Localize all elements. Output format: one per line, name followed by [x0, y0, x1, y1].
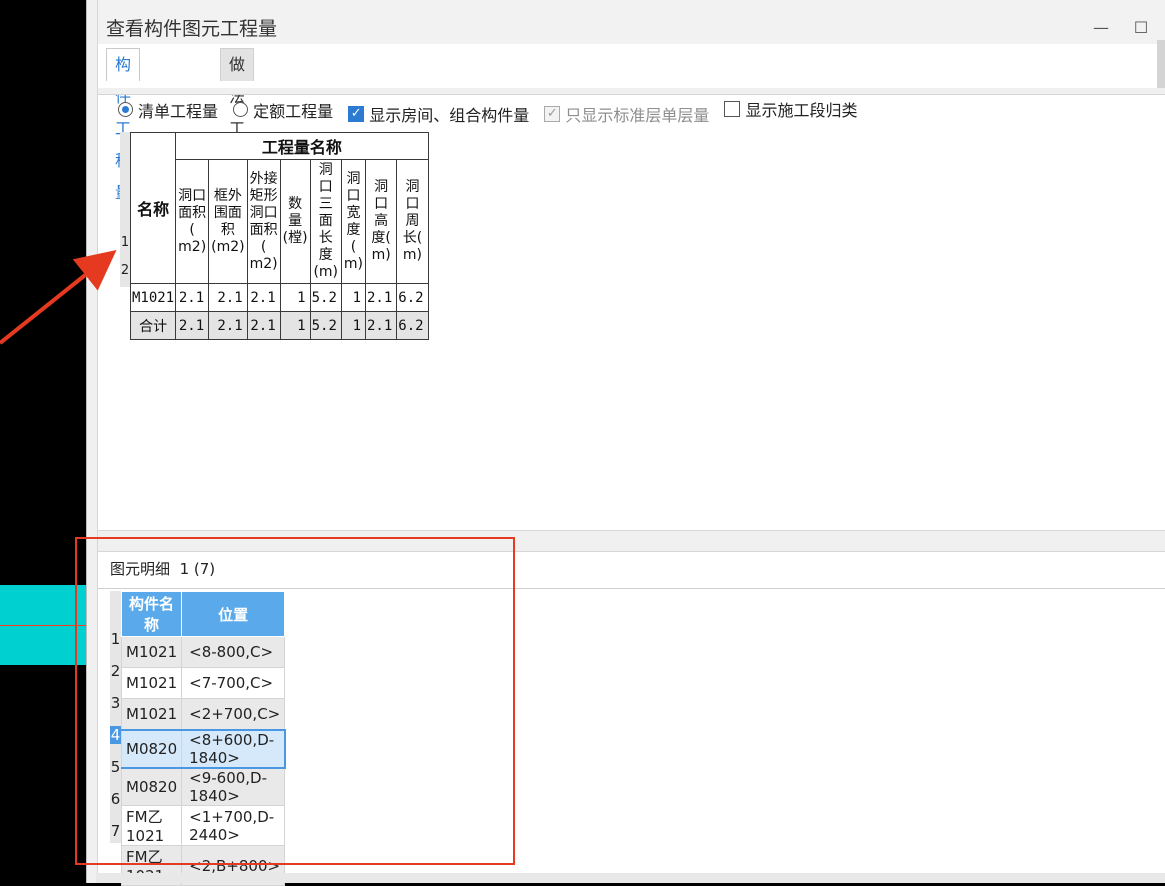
- header-col-line: 长度(m): [313, 230, 339, 280]
- cell-value[interactable]: 2.1: [246, 311, 281, 340]
- header-col-line: 洞口三面: [318, 162, 333, 229]
- radio-quota-quantity[interactable]: 定额工程量: [233, 98, 333, 122]
- row-number: 2: [120, 263, 130, 278]
- cell-value[interactable]: 6.2: [396, 311, 429, 340]
- cell-value[interactable]: 2.1: [175, 311, 210, 340]
- table-row[interactable]: M1021 2.1 2.1 2.1 1 5.2 1 2.1 6.2: [129, 283, 429, 312]
- title-bar[interactable]: 查看构件图元工程量 — ☐: [98, 0, 1165, 44]
- annotation-highlight-box: [75, 537, 515, 865]
- header-col[interactable]: 框外围面 积(m2): [208, 159, 248, 284]
- header-col-line: 框外围面: [213, 187, 242, 221]
- header-col-line: 数量(樘): [282, 196, 308, 246]
- header-col-line: m2): [178, 238, 207, 255]
- scrollbar-bottom[interactable]: [96, 873, 1165, 883]
- options-bar: 清单工程量 定额工程量 ✓ 显示房间、组合构件量 ✓ 只显示标准层单层量 显示施工段…: [118, 97, 867, 126]
- tab-method-quantity[interactable]: 做法工程量: [220, 48, 255, 202]
- header-col[interactable]: 洞口三面 长度(m): [309, 159, 342, 284]
- cell-value[interactable]: 1: [279, 311, 311, 340]
- cell-value[interactable]: 2.1: [364, 283, 398, 312]
- header-col-line: 洞口高度(: [371, 179, 391, 246]
- subheader-row: 洞口面积(m2) 框外围面 积(m2) 外接矩形 洞口面积(m2) 数量(樘) 洞口三面 长度…: [131, 159, 429, 284]
- cell-value[interactable]: 5.2: [309, 311, 342, 340]
- checkbox-empty-icon: [724, 101, 741, 117]
- checkmark-disabled-icon: ✓: [544, 105, 561, 122]
- annotation-arrow-icon: [0, 250, 117, 345]
- header-col-line: 外接矩形: [249, 170, 278, 204]
- scrollbar-right[interactable]: [1157, 40, 1165, 88]
- cell-value[interactable]: 2.1: [175, 283, 210, 312]
- header-col-line: m2): [249, 255, 278, 272]
- header-col-line: 洞口面积(: [178, 187, 207, 238]
- cell-value[interactable]: 1: [340, 283, 367, 312]
- header-name: 名称: [129, 132, 177, 284]
- header-col[interactable]: 洞口周长(m): [396, 159, 429, 284]
- header-col[interactable]: 洞口宽度(m): [340, 159, 367, 284]
- maximize-icon[interactable]: ☐: [1131, 18, 1151, 37]
- check-standard-layer[interactable]: ✓ 只显示标准层单层量: [544, 102, 709, 126]
- radio-empty-icon: [233, 102, 249, 117]
- cell-value[interactable]: 2.1: [364, 311, 398, 340]
- radio-selected-icon: [118, 102, 133, 117]
- header-col[interactable]: 洞口面积(m2): [175, 159, 210, 284]
- header-col[interactable]: 数量(樘): [279, 159, 311, 284]
- tab-component-quantity[interactable]: 构件工程量: [106, 48, 141, 202]
- minimize-icon[interactable]: —: [1091, 18, 1111, 37]
- table-row-total[interactable]: 合计 2.1 2.1 2.1 1 5.2 1 2.1 6.2: [129, 311, 429, 340]
- header-col[interactable]: 外接矩形 洞口面积(m2): [246, 159, 281, 284]
- cell-value[interactable]: 2.1: [246, 283, 281, 312]
- quantity-table: 名称 工程量名称 洞口面积(m2) 框外围面 积(m2) 外接矩形 洞口面积(m2) 数量…: [129, 132, 429, 340]
- header-col-line: 洞口面积(: [249, 204, 278, 255]
- tab-divider: [98, 88, 1165, 95]
- header-col-line: m): [371, 247, 391, 263]
- window-title: 查看构件图元工程量: [106, 18, 278, 40]
- header-col-line: 洞口周长(: [402, 179, 423, 246]
- header-col-line: m): [343, 255, 363, 272]
- cell-value[interactable]: 5.2: [309, 283, 342, 312]
- cell-value[interactable]: 2.1: [208, 283, 248, 312]
- header-quantity-group: 工程量名称: [175, 132, 429, 160]
- checkmark-icon: ✓: [348, 105, 365, 122]
- header-col-line: m): [402, 247, 422, 263]
- row-number: 1: [120, 235, 130, 250]
- cell-value[interactable]: 1: [340, 311, 367, 340]
- header-col-line: 积(m2): [211, 221, 245, 255]
- radio-bill-quantity[interactable]: 清单工程量: [118, 98, 218, 122]
- cell-name[interactable]: M1021: [129, 283, 177, 312]
- cell-name[interactable]: 合计: [129, 311, 177, 340]
- check-show-rooms[interactable]: ✓ 显示房间、组合构件量: [348, 102, 529, 126]
- cell-value[interactable]: 2.1: [208, 311, 248, 340]
- check-show-section[interactable]: 显示施工段归类: [724, 97, 857, 121]
- cell-value[interactable]: 1: [279, 283, 311, 312]
- header-col-line: 洞口宽度(: [346, 170, 361, 255]
- cell-value[interactable]: 6.2: [396, 283, 429, 312]
- header-col[interactable]: 洞口高度(m): [364, 159, 398, 284]
